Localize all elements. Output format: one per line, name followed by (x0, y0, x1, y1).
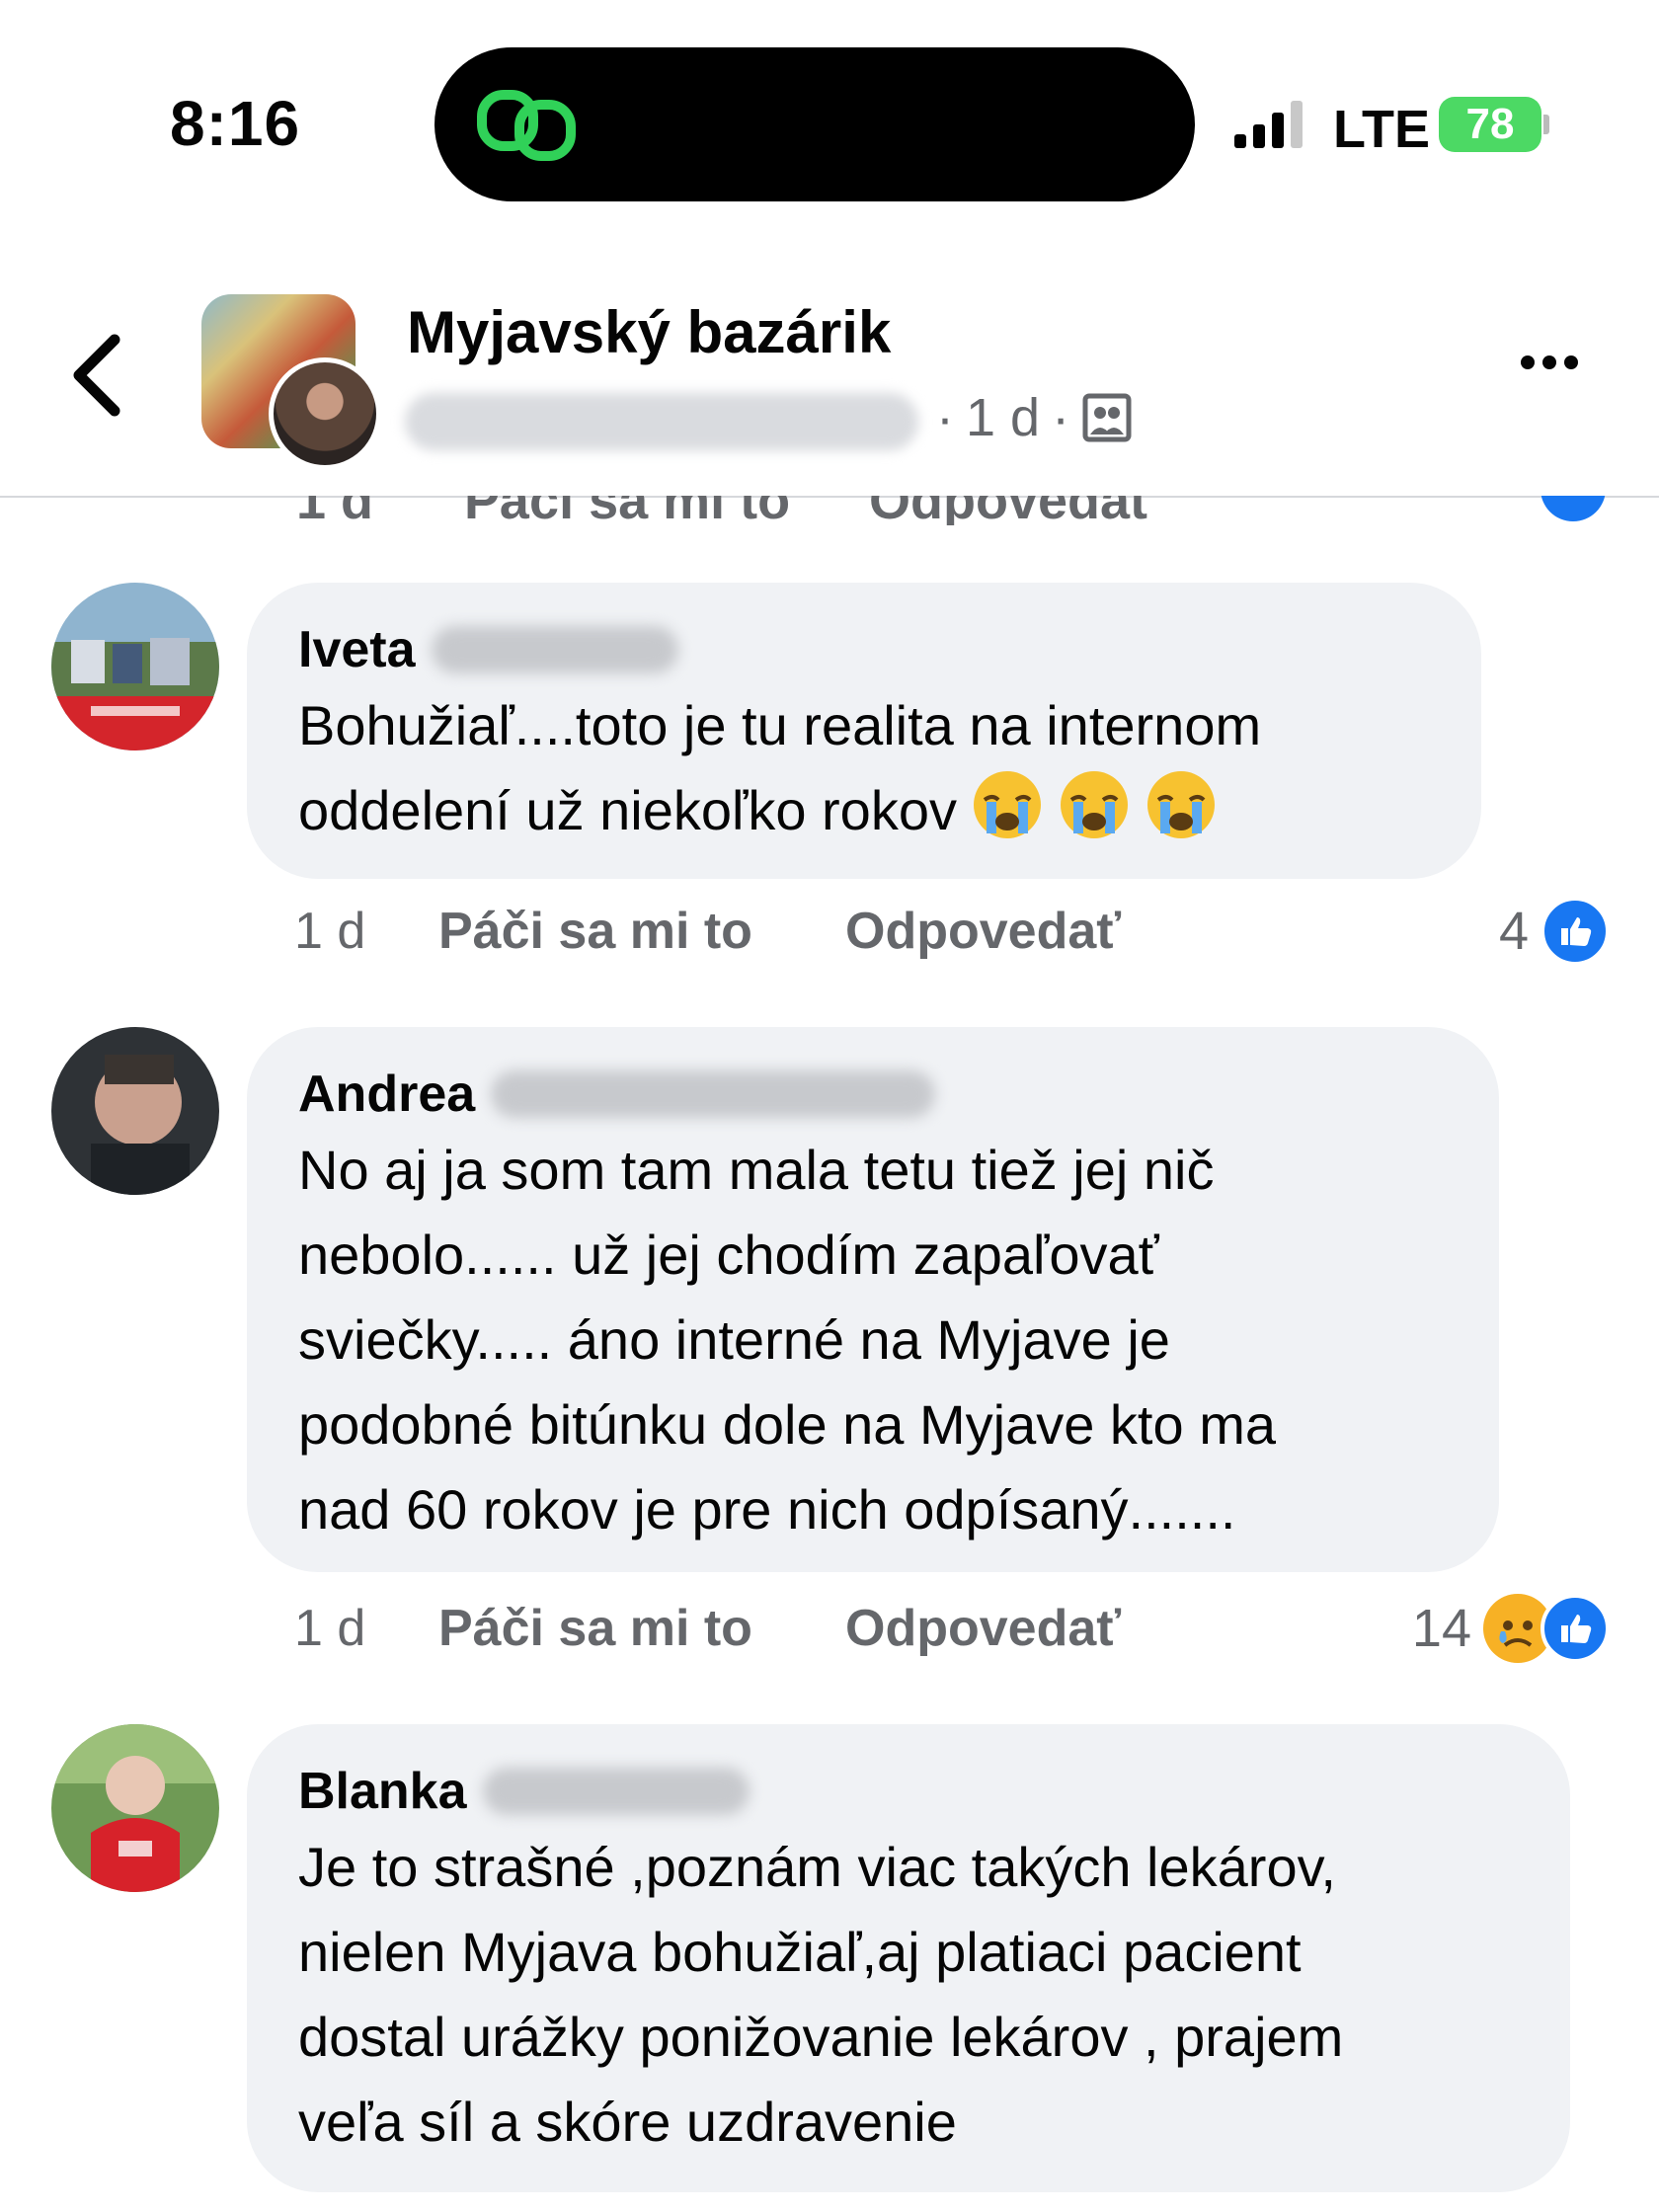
blurred-surname (482, 1768, 750, 1815)
reaction-count: 14 (1411, 1599, 1471, 1658)
previous-comment-actions: 1 d Páči sa mi to Odpovedať (0, 496, 1659, 525)
blurred-author-name (405, 393, 918, 450)
avatar[interactable] (51, 1027, 219, 1195)
comment-actions: 1 d Páči sa mi to Odpovedať (294, 1594, 1121, 1663)
comment-text: Je to strašné ,poznám viac takých lekáro… (298, 1836, 1344, 2153)
comment-author[interactable]: Andrea (298, 1065, 475, 1124)
group-audience-icon (1082, 393, 1132, 442)
comment-bubble: Blanka Je to strašné ,poznám viac takých… (247, 1724, 1570, 2192)
comment-age: 1 d (294, 903, 366, 960)
prev-reply-action: Odpovedať (869, 496, 1155, 525)
meta-separator: · (936, 388, 954, 447)
comment-bubble: Iveta Bohužiaľ....toto je tu realita na … (247, 583, 1481, 879)
avatar[interactable] (51, 583, 219, 750)
crying-face-icon (973, 771, 1041, 838)
group-name[interactable]: Myjavský bazárik (407, 298, 891, 366)
post-age: 1 d (965, 388, 1041, 447)
crying-face-icon (1060, 771, 1128, 838)
post-header: Myjavský bazárik · 1 d · (0, 276, 1659, 498)
like-icon (1540, 1594, 1610, 1663)
author-avatar[interactable] (269, 357, 381, 470)
comment-bubble: Andrea No aj ja som tam mala tetu tiež j… (247, 1027, 1499, 1572)
reaction-summary[interactable]: 4 (1499, 897, 1610, 966)
reaction-summary[interactable]: 14 (1412, 1594, 1610, 1663)
comment-author[interactable]: Iveta (298, 620, 416, 679)
comment-author[interactable]: Blanka (298, 1762, 467, 1821)
reply-button[interactable]: Odpovedať (845, 1599, 1121, 1658)
crying-face-icon (1146, 771, 1215, 838)
battery-level: 78 (1465, 100, 1515, 148)
like-button[interactable]: Páči sa mi to (438, 902, 845, 961)
avatar[interactable] (51, 1724, 219, 1892)
more-dots-icon[interactable] (1521, 356, 1578, 369)
status-time: 8:16 (170, 88, 301, 159)
post-meta: · 1 d · (936, 387, 1133, 448)
like-icon (1540, 897, 1610, 966)
prev-age: 1 d (296, 496, 374, 525)
battery-tip (1543, 115, 1549, 134)
reaction-count: 4 (1498, 902, 1529, 961)
blurred-surname (431, 626, 678, 673)
dynamic-island (434, 47, 1195, 201)
comment-text: No aj ja som tam mala tetu tiež jej nič … (298, 1139, 1276, 1540)
comment-age: 1 d (294, 1600, 366, 1657)
battery-icon: 78 (1439, 97, 1541, 152)
chevron-left-icon[interactable] (59, 326, 138, 425)
like-icon (1540, 496, 1606, 521)
meta-separator: · (1052, 388, 1070, 447)
comment-text: Bohužiaľ....toto je tu realita na intern… (298, 683, 1432, 853)
blurred-surname (491, 1070, 936, 1118)
reply-button[interactable]: Odpovedať (845, 902, 1121, 961)
prev-like-action: Páči sa mi to (464, 496, 791, 525)
network-type: LTE (1333, 100, 1430, 159)
link-rings-icon (477, 90, 576, 161)
like-button[interactable]: Páči sa mi to (438, 1599, 845, 1658)
comment-actions: 1 d Páči sa mi to Odpovedať (294, 897, 1121, 966)
signal-bars-icon (1234, 97, 1303, 148)
